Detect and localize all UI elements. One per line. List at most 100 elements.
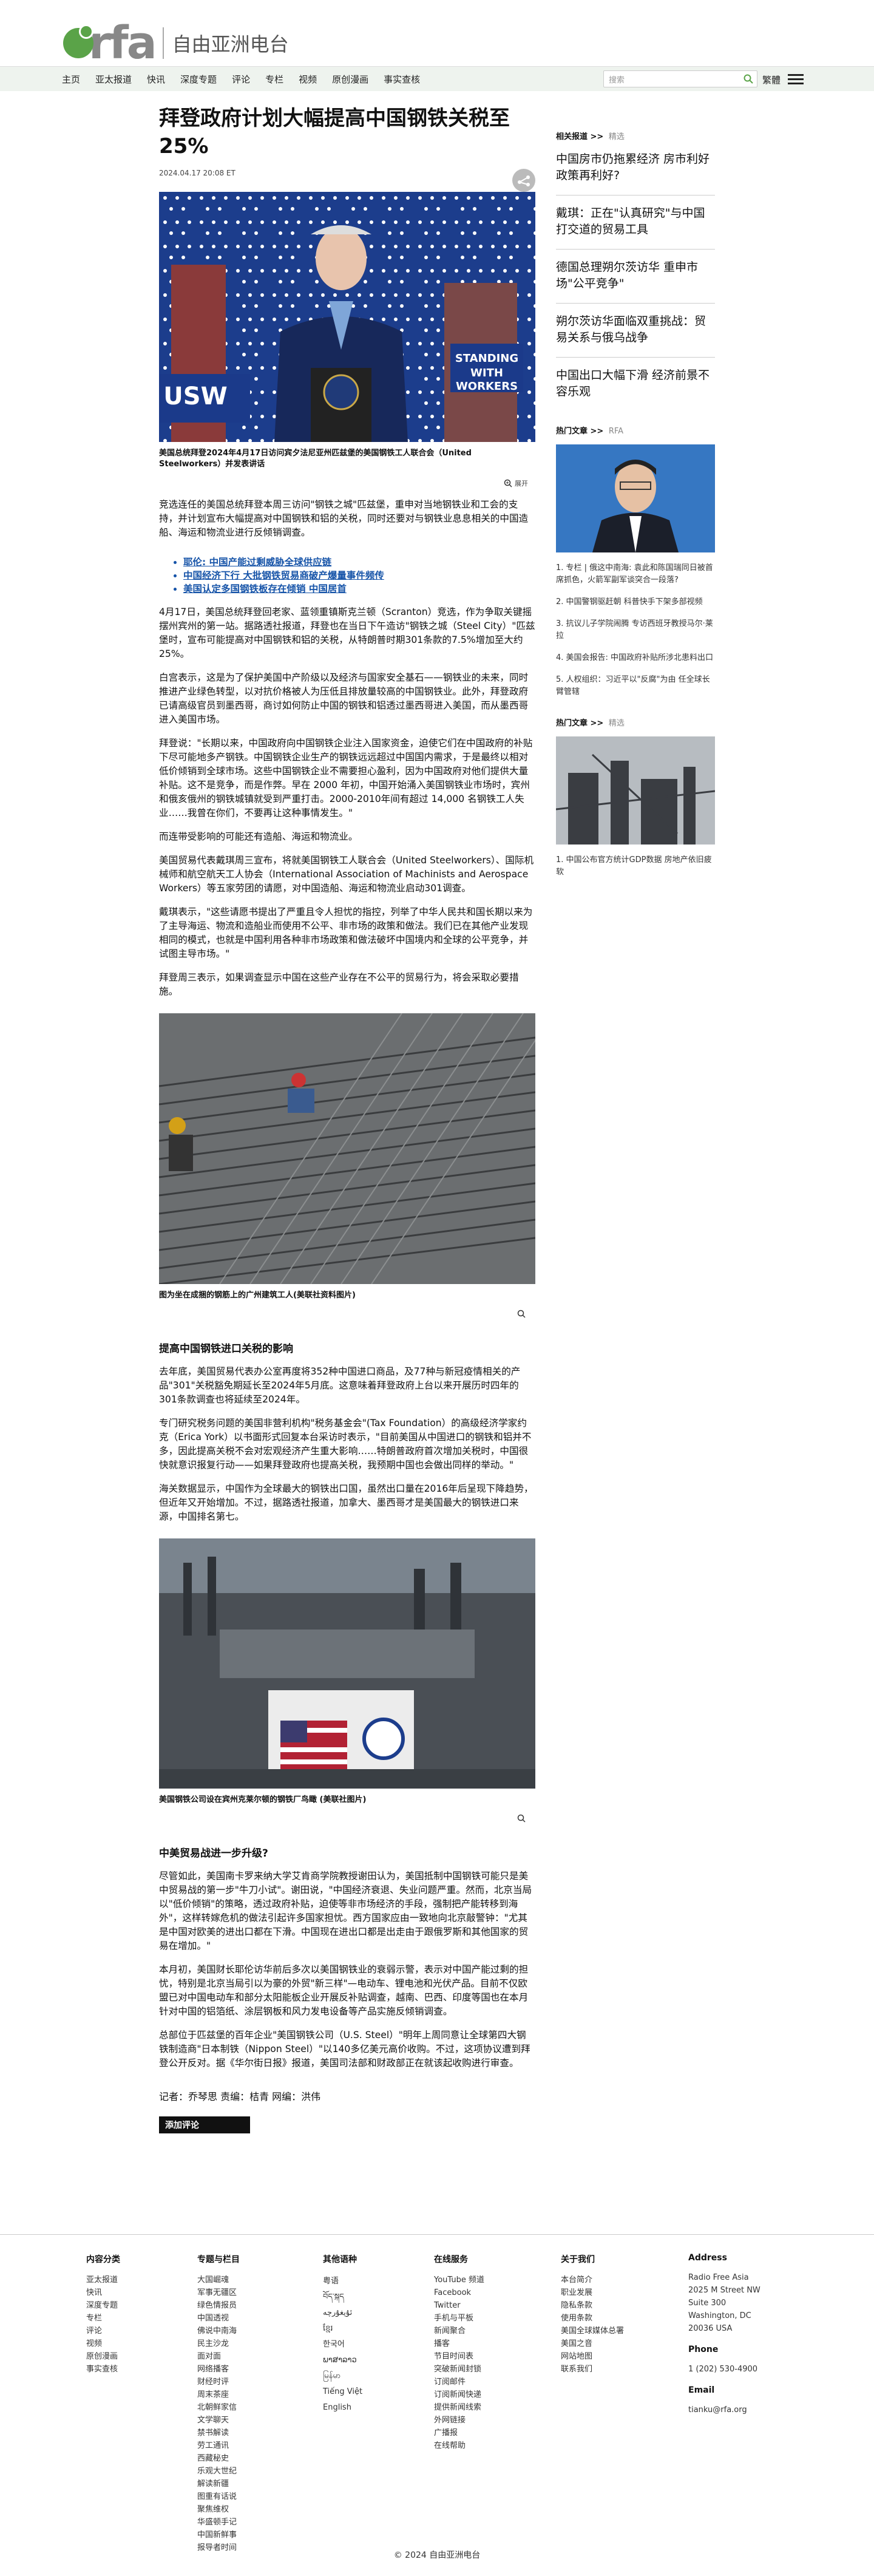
nav-comics[interactable]: 原创漫画 (332, 73, 368, 86)
sidebar-headline[interactable]: 戴琪：正在"认真研究"与中国打交道的贸易工具 (556, 195, 715, 250)
nav-video[interactable]: 视频 (299, 73, 317, 86)
footer-link[interactable]: 解读新疆 (197, 2478, 240, 2490)
popular-item[interactable]: 4. 美国会报告: 中国政府补贴所涉北患料出口 (556, 647, 715, 669)
footer-link[interactable]: 播客 (434, 2337, 484, 2350)
popular-item[interactable]: 5. 人权组织：习近平以"反腐"为由 任全球长臂管辖 (556, 669, 715, 703)
sidebar-headline[interactable]: 中国房市仍拖累经济 房市利好政策再利好? (556, 141, 715, 195)
footer-link[interactable]: 军事无疆区 (197, 2286, 240, 2299)
footer-link[interactable]: 财经时评 (197, 2376, 240, 2388)
popular-item[interactable]: 3. 抗议儿子学院闹腾 专访西班牙教授马尔·莱拉 (556, 613, 715, 647)
footer-link[interactable]: 快讯 (86, 2286, 120, 2299)
footer-link[interactable]: 在线帮助 (434, 2439, 484, 2452)
footer-link[interactable]: 外网链接 (434, 2414, 484, 2427)
footer-link[interactable]: 隐私条款 (561, 2299, 624, 2312)
nav-asia-pacific[interactable]: 亚太报道 (95, 73, 132, 86)
footer-link[interactable]: 节目时间表 (434, 2350, 484, 2363)
photo-steel-plant[interactable] (159, 1538, 535, 1789)
footer-link[interactable]: 图重有话说 (197, 2490, 240, 2503)
footer-link[interactable]: English (323, 2400, 362, 2416)
nav-breaking[interactable]: 快讯 (147, 73, 165, 86)
footer-link[interactable]: 评论 (86, 2325, 120, 2337)
footer-link[interactable]: 面对面 (197, 2350, 240, 2363)
search-input[interactable]: 搜索 (603, 70, 757, 87)
footer-link[interactable]: 禁书解读 (197, 2427, 240, 2439)
related-link[interactable]: 耶伦: 中国产能过剩威胁全球供应链 (183, 556, 535, 569)
footer-link[interactable]: ខ្មែរ (323, 2321, 362, 2337)
popular-item[interactable]: 2. 中国警钢驱赶朝 科普快手下架多部视频 (556, 591, 715, 613)
footer-link[interactable]: 佛说中南海 (197, 2325, 240, 2337)
footer-link[interactable]: 联系我们 (561, 2363, 624, 2376)
share-icon[interactable] (512, 169, 535, 192)
footer-link[interactable]: 绿色情报员 (197, 2299, 240, 2312)
language-switch[interactable]: 繁體 (762, 73, 781, 86)
footer-link[interactable]: 突破新闻封锁 (434, 2363, 484, 2376)
menu-icon[interactable] (788, 74, 804, 85)
footer-link[interactable]: Twitter (434, 2299, 484, 2312)
footer-link[interactable]: 粤语 (323, 2274, 362, 2289)
footer-link[interactable]: 聚焦维权 (197, 2503, 240, 2516)
photo-portrait[interactable] (556, 444, 715, 552)
related-link[interactable]: 美国认定多国钢铁板存在倾销 中国居首 (183, 582, 535, 596)
footer-link[interactable]: 本台简介 (561, 2274, 624, 2286)
footer-link[interactable]: 大国崛魂 (197, 2274, 240, 2286)
footer-link[interactable]: 视频 (86, 2337, 120, 2350)
footer-link[interactable]: Facebook (434, 2286, 484, 2299)
footer-link[interactable]: 事实查核 (86, 2363, 120, 2376)
phone-number[interactable]: 1 (202) 530-4900 (688, 2363, 761, 2376)
sidebar-headline[interactable]: 中国出口大幅下滑 经济前景不容乐观 (556, 358, 715, 411)
footer-link[interactable]: ພາສາລາວ (323, 2353, 362, 2368)
popular-item[interactable]: 1. 中国公布官方统计GDP数据 房地产依旧疲软 (556, 849, 715, 883)
footer-link[interactable]: 网站地图 (561, 2350, 624, 2363)
nav-in-depth[interactable]: 深度专题 (180, 73, 217, 86)
footer-link[interactable]: 广播报 (434, 2427, 484, 2439)
footer-link[interactable]: 周末茶座 (197, 2388, 240, 2401)
footer-link[interactable]: 한국어 (323, 2337, 362, 2353)
footer-link[interactable]: 职业发展 (561, 2286, 624, 2299)
footer-link[interactable]: 美国全球媒体总署 (561, 2325, 624, 2337)
footer-link[interactable]: 中国新鲜事 (197, 2529, 240, 2541)
email-link[interactable]: tianku@rfa.org (688, 2404, 761, 2416)
footer-link[interactable]: 民主沙龙 (197, 2337, 240, 2350)
footer-link[interactable]: 北朝鲜家信 (197, 2401, 240, 2414)
nav-opinion[interactable]: 评论 (232, 73, 250, 86)
add-comment-button[interactable]: 添加评论 (159, 2116, 250, 2133)
footer-link[interactable]: བོད་སྐད (323, 2289, 362, 2305)
footer-link[interactable]: ئۇيغۇرچە (323, 2305, 362, 2321)
footer-link[interactable]: 亚太报道 (86, 2274, 120, 2286)
nav-home[interactable]: 主页 (62, 73, 80, 86)
footer-link[interactable]: 劳工通讯 (197, 2439, 240, 2452)
site-logo[interactable]: rfa 自由亚洲电台 (63, 21, 289, 66)
footer-link[interactable]: 专栏 (86, 2312, 120, 2325)
zoom-button[interactable]: 展开 (159, 478, 535, 488)
photo-factory[interactable] (556, 736, 715, 845)
footer-link[interactable]: 西藏秘史 (197, 2452, 240, 2465)
footer-link[interactable]: 使用条款 (561, 2312, 624, 2325)
footer-link[interactable]: 原创漫画 (86, 2350, 120, 2363)
footer-link[interactable]: 网络播客 (197, 2363, 240, 2376)
photo-steel-rebar[interactable] (159, 1013, 535, 1284)
related-link[interactable]: 中国经济下行 大批钢铁贸易商破产爆量事件频传 (183, 569, 535, 582)
footer-link[interactable]: 手机与平板 (434, 2312, 484, 2325)
footer-link[interactable]: 订阅邮件 (434, 2376, 484, 2388)
footer-link[interactable]: 美国之音 (561, 2337, 624, 2350)
footer-link[interactable]: YouTube 频道 (434, 2274, 484, 2286)
zoom-button[interactable] (159, 1814, 535, 1823)
popular-item[interactable]: 1. 专栏 | 俄这中南海: 袁此和陈国瑞同日被首席抓色，火箭军副军谈突合一段落… (556, 557, 715, 591)
nav-fact-check[interactable]: 事实查核 (384, 73, 420, 86)
footer-link[interactable]: 深度专题 (86, 2299, 120, 2312)
zoom-button[interactable] (159, 1310, 535, 1318)
footer-link[interactable]: 文学聊天 (197, 2414, 240, 2427)
nav-columns[interactable]: 专栏 (265, 73, 283, 86)
footer-link[interactable]: 华盛顿手记 (197, 2516, 240, 2529)
footer-link[interactable]: 新闻聚合 (434, 2325, 484, 2337)
footer-link[interactable]: Tiếng Việt (323, 2384, 362, 2400)
photo-biden-speech[interactable]: STANDING WITH WORKERS USW (159, 192, 535, 442)
footer-link[interactable]: 订阅新闻快递 (434, 2388, 484, 2401)
footer-link[interactable]: မြန်မာ (323, 2368, 362, 2384)
sidebar-headline[interactable]: 德国总理朔尔茨访华 重申市场"公平竞争" (556, 250, 715, 304)
sidebar-headline[interactable]: 朔尔茨访华面临双重挑战：贸易关系与俄乌战争 (556, 304, 715, 358)
search-icon[interactable] (744, 74, 753, 84)
footer-link[interactable]: 乐观大世纪 (197, 2465, 240, 2478)
footer-link[interactable]: 提供新闻线索 (434, 2401, 484, 2414)
footer-link[interactable]: 中国透视 (197, 2312, 240, 2325)
